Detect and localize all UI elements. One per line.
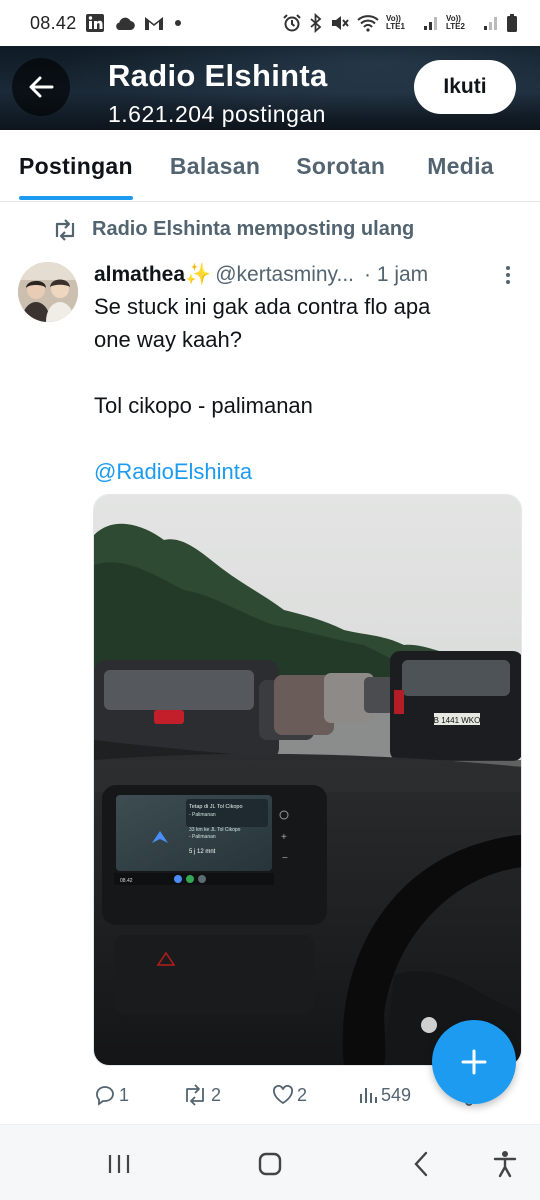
- tab-sorotan[interactable]: Sorotan: [296, 130, 385, 202]
- sparkle-emoji: ✨: [185, 263, 212, 286]
- plus-icon: [461, 1049, 487, 1075]
- accessibility-button[interactable]: [490, 1149, 520, 1179]
- wifi-icon: [357, 13, 379, 33]
- dot-icon: [173, 13, 183, 33]
- mute-icon: [330, 13, 350, 33]
- signal-icon-2: [483, 13, 499, 33]
- nav-instruction-2: - Palimanan: [189, 812, 216, 818]
- like-button[interactable]: 2: [272, 1085, 358, 1106]
- sim2-label: Vo)) LTE2: [446, 14, 465, 31]
- author-handle[interactable]: @kertasminy...: [215, 263, 354, 287]
- alarm-icon: [282, 13, 302, 33]
- chevron-left-icon: [414, 1151, 428, 1177]
- gmail-icon: [143, 13, 165, 33]
- tweet-time[interactable]: · 1 jam: [364, 263, 428, 287]
- system-navigation-bar: [0, 1124, 540, 1200]
- more-vertical-icon: [506, 266, 510, 284]
- repost-text: Radio Elshinta memposting ulang: [92, 218, 415, 240]
- reply-count: 1: [119, 1084, 130, 1105]
- tab-label: Balasan: [169, 152, 261, 179]
- cloud-icon: [113, 13, 135, 33]
- battery-icon: [506, 13, 518, 33]
- status-time: 08.42: [30, 12, 77, 33]
- recent-apps-button[interactable]: [104, 1149, 134, 1179]
- tab-media[interactable]: Media: [427, 130, 494, 202]
- back-arrow-icon: [29, 76, 54, 98]
- active-tab-indicator: [19, 196, 133, 200]
- views-button[interactable]: 549: [358, 1085, 448, 1106]
- status-bar: 08.42 Vo)) LTE1 Vo)) LTE2: [0, 0, 540, 46]
- nav-eta: 5 j 12 mnt: [189, 849, 216, 855]
- tweet-photo[interactable]: B 1441 WKO Tetap di JL Tol Cikopo - Pali…: [93, 494, 522, 1066]
- more-options-button[interactable]: [496, 262, 520, 288]
- svg-text:−: −: [282, 853, 288, 864]
- tweet-text-line: one way kaah?: [94, 327, 242, 352]
- tab-label: Postingan: [19, 152, 133, 179]
- post-count: 1.621.204 postingan: [108, 101, 326, 127]
- back-button[interactable]: [12, 58, 70, 116]
- avatar[interactable]: [18, 262, 78, 322]
- tweet-text: Se stuck ini gak ada contra flo apa one …: [94, 290, 514, 488]
- author-name[interactable]: almathea: [94, 263, 185, 287]
- tweet-text-line: Tol cikopo - palimanan: [94, 393, 313, 418]
- linkedin-icon: [85, 13, 105, 33]
- recent-apps-icon: [108, 1155, 130, 1173]
- nav-clock: 08.42: [120, 878, 133, 884]
- views-count: 549: [381, 1084, 412, 1105]
- profile-header: Radio Elshinta 1.621.204 postingan Ikuti: [0, 46, 540, 130]
- mention-link[interactable]: @RadioElshinta: [94, 455, 514, 488]
- profile-name: Radio Elshinta: [108, 58, 328, 93]
- views-icon: [360, 1088, 377, 1103]
- sim1-label: Vo)) LTE1: [386, 14, 405, 31]
- tab-postingan[interactable]: Postingan: [19, 130, 133, 202]
- tab-label: Sorotan: [296, 152, 386, 179]
- tweet-header: almathea ✨ @kertasminy... · 1 jam: [94, 260, 524, 290]
- tab-balasan[interactable]: Balasan: [170, 130, 260, 202]
- profile-tabs: Postingan Balasan Sorotan Media: [0, 130, 540, 202]
- repost-count: 2: [211, 1084, 222, 1105]
- svg-text:+: +: [281, 832, 287, 843]
- bluetooth-icon: [309, 13, 323, 33]
- back-nav-button[interactable]: [406, 1149, 436, 1179]
- screen: 08.42 Vo)) LTE1 Vo)) LTE2 Radio Elshinta…: [0, 0, 540, 1200]
- home-icon: [258, 1152, 282, 1176]
- like-count: 2: [297, 1084, 308, 1105]
- nav-distance-text: 33 km ke JL Tol Cikopo: [189, 827, 241, 833]
- tweet-text-line: Se stuck ini gak ada contra flo apa: [94, 294, 431, 319]
- plate-text: B 1441 WKO: [434, 716, 481, 725]
- nav-distance-text-2: - Palimanan: [189, 834, 216, 840]
- tab-label: Media: [427, 152, 494, 179]
- signal-icon: [423, 13, 439, 33]
- accessibility-icon: [493, 1151, 517, 1178]
- reply-icon: [96, 1086, 114, 1106]
- repost-icon: [55, 218, 75, 241]
- repost-indicator: Radio Elshinta memposting ulang: [52, 218, 414, 241]
- home-button[interactable]: [255, 1149, 285, 1179]
- heart-icon: [273, 1085, 293, 1105]
- follow-button[interactable]: Ikuti: [414, 60, 516, 114]
- compose-post-button[interactable]: [432, 1020, 516, 1104]
- nav-instruction: Tetap di JL Tol Cikopo: [189, 804, 243, 810]
- reply-button[interactable]: 1: [94, 1084, 182, 1106]
- repost-button[interactable]: 2: [182, 1084, 272, 1106]
- repost-icon: [186, 1084, 204, 1106]
